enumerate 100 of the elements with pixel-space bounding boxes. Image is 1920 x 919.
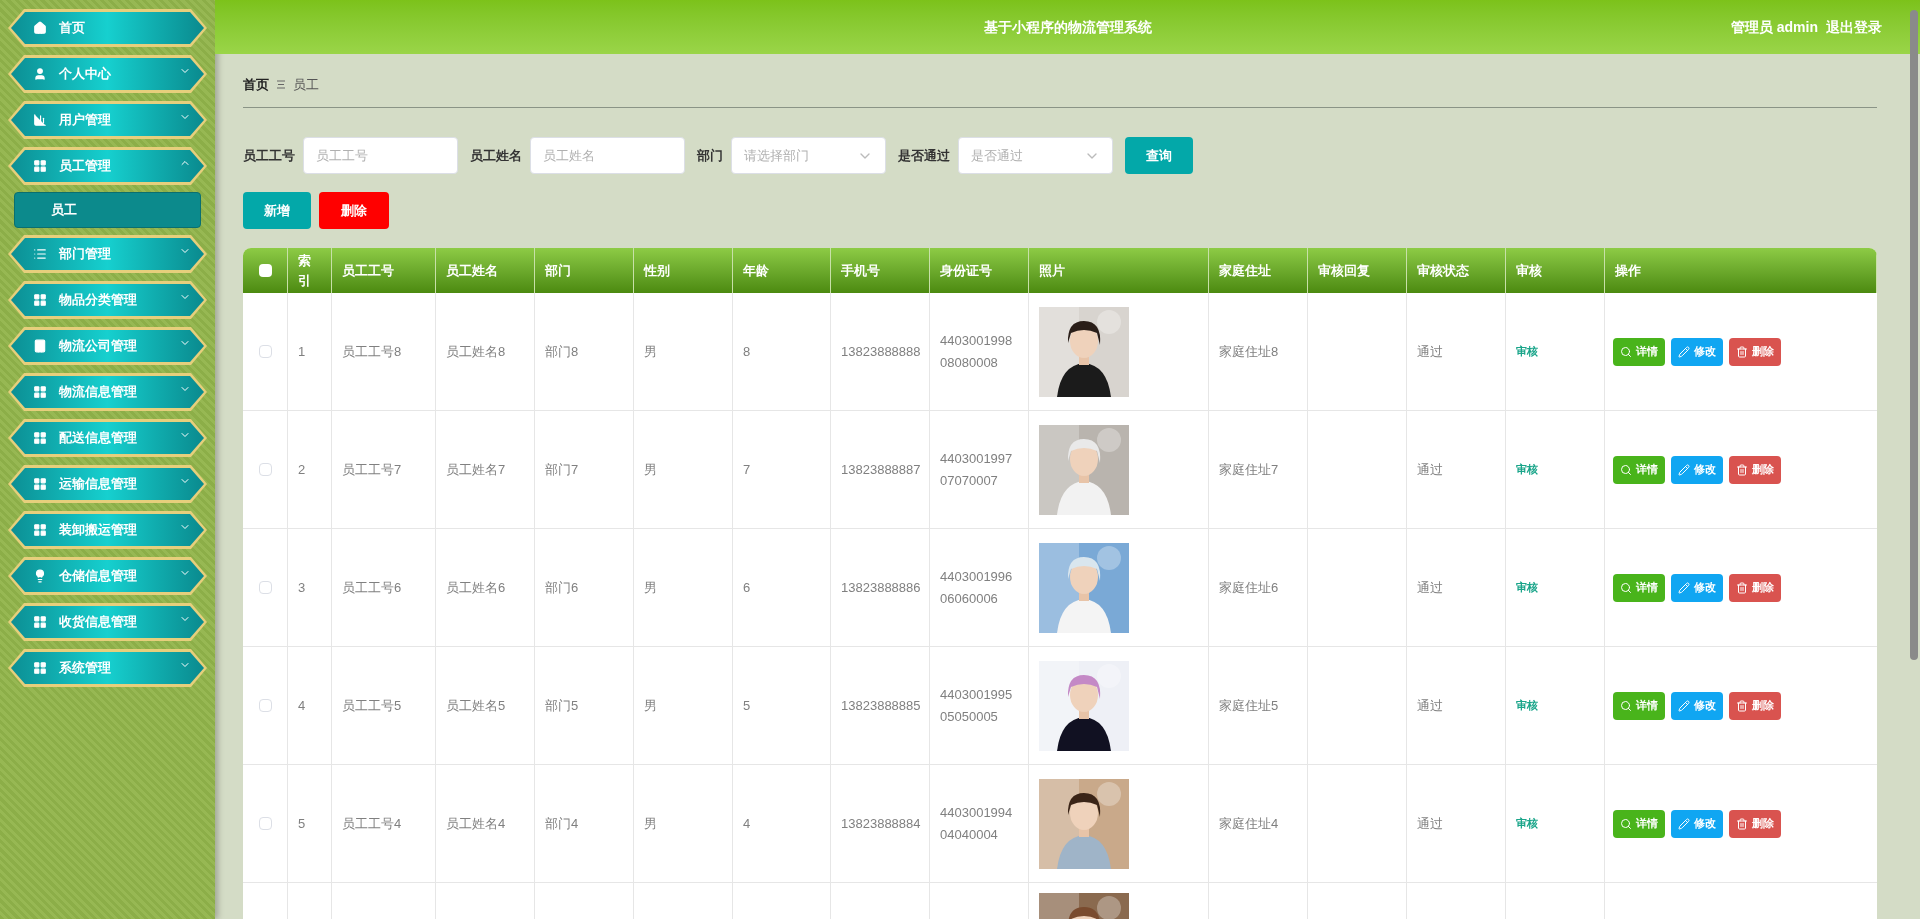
grid-icon bbox=[33, 615, 47, 629]
select-all-checkbox[interactable] bbox=[258, 264, 272, 277]
id-number-cell: 440300199404040004 bbox=[930, 765, 1029, 882]
table-cell: 男 bbox=[634, 647, 733, 764]
audit-link[interactable]: 审核 bbox=[1516, 579, 1538, 596]
table-cell: 13823888888 bbox=[831, 293, 930, 410]
sidebar-item[interactable]: 装卸搬运管理 bbox=[8, 511, 207, 549]
remove-button[interactable]: 删除 bbox=[1729, 455, 1781, 484]
query-button[interactable]: 查询 bbox=[1125, 137, 1193, 174]
input-field[interactable]: 员工姓名 bbox=[530, 137, 685, 174]
column-header: 性别 bbox=[634, 248, 733, 293]
remove-button[interactable]: 删除 bbox=[1729, 691, 1781, 720]
detail-button[interactable]: 详情 bbox=[1613, 691, 1665, 720]
delete-button[interactable]: 删除 bbox=[319, 192, 389, 229]
field-label: 员工工号 bbox=[243, 146, 295, 165]
table-cell: 员工姓名7 bbox=[436, 411, 535, 528]
detail-button[interactable]: 详情 bbox=[1613, 809, 1665, 838]
sidebar-item[interactable]: 部门管理 bbox=[8, 235, 207, 273]
table-cell: 家庭住址4 bbox=[1209, 765, 1308, 882]
table-cell: 员工姓名5 bbox=[436, 647, 535, 764]
table-cell: 13823888885 bbox=[831, 647, 930, 764]
row-checkbox[interactable] bbox=[258, 699, 272, 712]
logout-link[interactable]: 退出登录 bbox=[1826, 16, 1882, 38]
audit-link[interactable]: 审核 bbox=[1516, 461, 1538, 478]
row-checkbox[interactable] bbox=[258, 817, 272, 830]
row-checkbox[interactable] bbox=[258, 463, 272, 476]
column-header: 照片 bbox=[1029, 248, 1209, 293]
sidebar-item[interactable]: 物流公司管理 bbox=[8, 327, 207, 365]
edit-button[interactable]: 修改 bbox=[1671, 691, 1723, 720]
id-number-cell: 440300199707070007 bbox=[930, 411, 1029, 528]
table-cell: 13823888887 bbox=[831, 411, 930, 528]
sidebar-item[interactable]: 仓储信息管理 bbox=[8, 557, 207, 595]
sidebar-item[interactable]: 物流信息管理 bbox=[8, 373, 207, 411]
search-icon bbox=[1620, 581, 1632, 594]
table-cell: 员工工号5 bbox=[332, 647, 436, 764]
edit-button[interactable]: 修改 bbox=[1671, 455, 1723, 484]
table-cell: 6 bbox=[733, 529, 831, 646]
column-header: 家庭住址 bbox=[1209, 248, 1308, 293]
column-header: 审核 bbox=[1506, 248, 1605, 293]
row-checkbox[interactable] bbox=[258, 581, 272, 594]
table-cell: 13823888884 bbox=[831, 765, 930, 882]
select-field[interactable]: 请选择部门 bbox=[731, 137, 886, 174]
column-header: 员工姓名 bbox=[436, 248, 535, 293]
detail-button[interactable]: 详情 bbox=[1613, 573, 1665, 602]
table-cell: 员工工号7 bbox=[332, 411, 436, 528]
search-icon bbox=[1620, 345, 1632, 358]
audit-link[interactable]: 审核 bbox=[1516, 815, 1538, 832]
table-cell: 通过 bbox=[1407, 765, 1506, 882]
table-cell: 7 bbox=[733, 411, 831, 528]
sidebar-item[interactable]: 个人中心 bbox=[8, 55, 207, 93]
remove-button[interactable]: 删除 bbox=[1729, 337, 1781, 366]
field-label: 员工姓名 bbox=[470, 146, 522, 165]
detail-button[interactable]: 详情 bbox=[1613, 455, 1665, 484]
edit-button[interactable]: 修改 bbox=[1671, 573, 1723, 602]
edit-button[interactable]: 修改 bbox=[1671, 337, 1723, 366]
trash-icon bbox=[1736, 581, 1748, 594]
detail-button[interactable]: 详情 bbox=[1613, 337, 1665, 366]
sidebar-item[interactable]: 首页 bbox=[8, 9, 207, 47]
breadcrumb-link[interactable]: 首页 bbox=[243, 74, 269, 95]
sidebar-item[interactable]: 员工管理 bbox=[8, 147, 207, 185]
admin-user: 管理员 admin bbox=[1730, 17, 1818, 37]
table-cell: 部门5 bbox=[535, 647, 634, 764]
trash-icon bbox=[1736, 699, 1748, 712]
input-field[interactable]: 员工工号 bbox=[303, 137, 458, 174]
add-button[interactable]: 新增 bbox=[243, 192, 311, 229]
table-cell: 5 bbox=[288, 765, 332, 882]
sidebar-item[interactable]: 物品分类管理 bbox=[8, 281, 207, 319]
table-cell: 男 bbox=[634, 765, 733, 882]
table-cell: 男 bbox=[634, 411, 733, 528]
pencil-icon bbox=[1678, 345, 1690, 358]
table-cell: 家庭住址6 bbox=[1209, 529, 1308, 646]
pencil-icon bbox=[1678, 699, 1690, 712]
sidebar-subitem[interactable]: 员工 bbox=[14, 192, 201, 228]
grid-icon bbox=[33, 431, 47, 445]
table-cell: 员工姓名8 bbox=[436, 293, 535, 410]
table-cell: 通过 bbox=[1407, 647, 1506, 764]
select-field[interactable]: 是否通过 bbox=[958, 137, 1113, 174]
lightbulb-icon bbox=[33, 569, 47, 583]
sidebar-item[interactable]: 用户管理 bbox=[8, 101, 207, 139]
table-cell: 通过 bbox=[1407, 411, 1506, 528]
audit-link[interactable]: 审核 bbox=[1516, 343, 1538, 360]
sidebar-item[interactable]: 收货信息管理 bbox=[8, 603, 207, 641]
table-cell: 3 bbox=[288, 529, 332, 646]
column-header: 审核状态 bbox=[1407, 248, 1506, 293]
table-cell: 5 bbox=[733, 647, 831, 764]
table-cell: 员工姓名6 bbox=[436, 529, 535, 646]
sidebar-item[interactable]: 系统管理 bbox=[8, 649, 207, 687]
sidebar-item[interactable]: 配送信息管理 bbox=[8, 419, 207, 457]
audit-link[interactable]: 审核 bbox=[1516, 697, 1538, 714]
column-header: 身份证号 bbox=[930, 248, 1029, 293]
list-icon bbox=[33, 247, 47, 261]
sidebar-item[interactable]: 运输信息管理 bbox=[8, 465, 207, 503]
row-checkbox[interactable] bbox=[258, 345, 272, 358]
remove-button[interactable]: 删除 bbox=[1729, 809, 1781, 838]
remove-button[interactable]: 删除 bbox=[1729, 573, 1781, 602]
edit-button[interactable]: 修改 bbox=[1671, 809, 1723, 838]
table-cell: 男 bbox=[634, 529, 733, 646]
table-cell: 4 bbox=[733, 765, 831, 882]
column-header: 员工工号 bbox=[332, 248, 436, 293]
grid-icon bbox=[33, 661, 47, 675]
